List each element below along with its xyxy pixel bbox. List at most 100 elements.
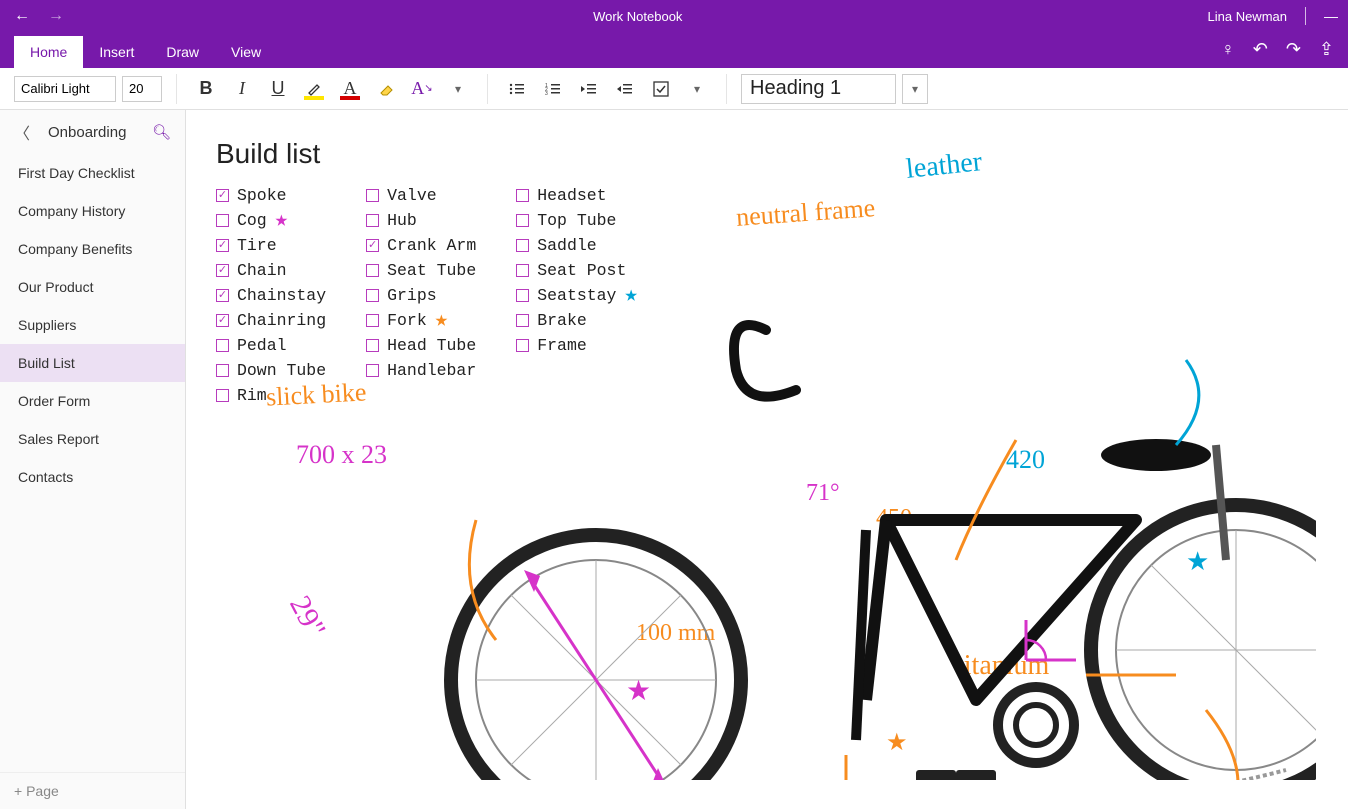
checkbox-icon[interactable] (366, 364, 379, 377)
page-item[interactable]: Suppliers (0, 306, 185, 344)
checklist-label: Crank Arm (387, 236, 476, 255)
checkbox-icon[interactable] (216, 389, 229, 402)
checklist-item[interactable]: Valve (366, 184, 476, 206)
checklist-label: Cog (237, 211, 267, 230)
checkbox-icon[interactable] (366, 239, 379, 252)
tab-insert[interactable]: Insert (83, 36, 150, 68)
checklist-item[interactable]: Spoke (216, 184, 326, 206)
user-name[interactable]: Lina Newman (1198, 9, 1298, 24)
font-name-input[interactable] (14, 76, 116, 102)
nav-back-icon[interactable]: ← (14, 7, 30, 25)
checkbox-icon[interactable] (516, 264, 529, 277)
bold-button[interactable]: B (191, 74, 221, 104)
redo-icon[interactable]: ↷ (1286, 39, 1301, 60)
underline-button[interactable]: U (263, 74, 293, 104)
indent-button[interactable] (610, 74, 640, 104)
page-title[interactable]: Build list (216, 138, 1348, 170)
numbering-button[interactable]: 123 (538, 74, 568, 104)
note-canvas[interactable]: Build list SpokeCog★TireChainChainstayCh… (186, 110, 1348, 809)
page-item[interactable]: Sales Report (0, 420, 185, 458)
checklist-item[interactable]: Seat Post (516, 259, 637, 281)
checkbox-icon[interactable] (216, 339, 229, 352)
checklist-label: Chainstay (237, 286, 326, 305)
checklist-label: Spoke (237, 186, 287, 205)
checklist-item[interactable]: Saddle (516, 234, 637, 256)
more-formatting-button[interactable]: ▾ (443, 74, 473, 104)
checklist-item[interactable]: Seat Tube (366, 259, 476, 281)
checkbox-icon[interactable] (366, 264, 379, 277)
format-painter-button[interactable]: A↘ (407, 74, 437, 104)
page-item[interactable]: Build List (0, 344, 185, 382)
more-lists-button[interactable]: ▾ (682, 74, 712, 104)
checkbox-icon[interactable] (366, 214, 379, 227)
page-item[interactable]: Contacts (0, 458, 185, 496)
checklist-label: Seat Tube (387, 261, 476, 280)
tab-draw[interactable]: Draw (150, 36, 215, 68)
page-item[interactable]: Company History (0, 192, 185, 230)
share-icon[interactable]: ⇪ (1319, 39, 1334, 60)
add-page-button[interactable]: + Page (0, 772, 185, 809)
style-select[interactable] (741, 74, 896, 104)
tab-view[interactable]: View (215, 36, 277, 68)
checkbox-icon[interactable] (516, 239, 529, 252)
checklist-item[interactable]: Headset (516, 184, 637, 206)
checkbox-icon[interactable] (516, 189, 529, 202)
svg-text:3: 3 (545, 91, 548, 96)
checkbox-icon[interactable] (366, 289, 379, 302)
checkbox-icon[interactable] (366, 189, 379, 202)
checklist-item[interactable]: Hub (366, 209, 476, 231)
tell-me-icon[interactable]: ♀ (1221, 39, 1235, 60)
font-color-button[interactable]: A (335, 74, 365, 104)
checklist-label: Chainring (237, 311, 326, 330)
checkbox-icon[interactable] (216, 239, 229, 252)
checklist-label: Chain (237, 261, 287, 280)
nav-forward-icon[interactable]: → (48, 7, 64, 25)
checklist-label: Rim (237, 386, 267, 405)
todo-tag-button[interactable] (646, 74, 676, 104)
font-size-input[interactable] (122, 76, 162, 102)
titlebar: ← → Work Notebook Lina Newman — (0, 0, 1348, 32)
search-icon[interactable]: 🔍︎ (152, 123, 171, 141)
checkbox-icon[interactable] (366, 339, 379, 352)
checklist-label: Saddle (537, 236, 596, 255)
checklist-item[interactable]: Cog★ (216, 209, 326, 231)
checkbox-icon[interactable] (216, 289, 229, 302)
checklist-item[interactable]: Down Tube (216, 359, 326, 381)
tab-home[interactable]: Home (14, 36, 83, 68)
section-back-icon[interactable]: 〈 (14, 120, 30, 144)
checklist-item[interactable]: Chainring (216, 309, 326, 331)
italic-button[interactable]: I (227, 74, 257, 104)
minimize-icon[interactable]: — (1314, 8, 1348, 24)
checklist-item[interactable]: Chainstay (216, 284, 326, 306)
checklist-item[interactable]: Tire (216, 234, 326, 256)
ribbon-separator (176, 74, 177, 104)
checklist-item[interactable]: Crank Arm (366, 234, 476, 256)
ribbon-toolbar: B I U A A↘ ▾ 123 ▾ ▾ (0, 68, 1348, 110)
ribbon-separator (487, 74, 488, 104)
checklist-item[interactable]: Top Tube (516, 209, 637, 231)
checklist-item[interactable]: Chain (216, 259, 326, 281)
checkbox-icon[interactable] (216, 264, 229, 277)
checkbox-icon[interactable] (216, 314, 229, 327)
outdent-button[interactable] (574, 74, 604, 104)
style-dropdown-button[interactable]: ▾ (902, 74, 928, 104)
checkbox-icon[interactable] (216, 364, 229, 377)
checkbox-icon[interactable] (216, 214, 229, 227)
page-item[interactable]: Company Benefits (0, 230, 185, 268)
checklist-label: Tire (237, 236, 277, 255)
page-item[interactable]: First Day Checklist (0, 154, 185, 192)
bullets-button[interactable] (502, 74, 532, 104)
eraser-button[interactable] (371, 74, 401, 104)
svg-text:★: ★ (626, 675, 651, 706)
svg-text:★: ★ (886, 729, 908, 756)
checklist-item[interactable]: Rim (216, 384, 326, 406)
section-name[interactable]: Onboarding (48, 124, 152, 141)
undo-icon[interactable]: ↶ (1253, 39, 1268, 60)
checklist-item[interactable]: Pedal (216, 334, 326, 356)
highlight-button[interactable] (299, 74, 329, 104)
checkbox-icon[interactable] (366, 314, 379, 327)
checkbox-icon[interactable] (216, 189, 229, 202)
page-item[interactable]: Our Product (0, 268, 185, 306)
checkbox-icon[interactable] (516, 214, 529, 227)
page-item[interactable]: Order Form (0, 382, 185, 420)
